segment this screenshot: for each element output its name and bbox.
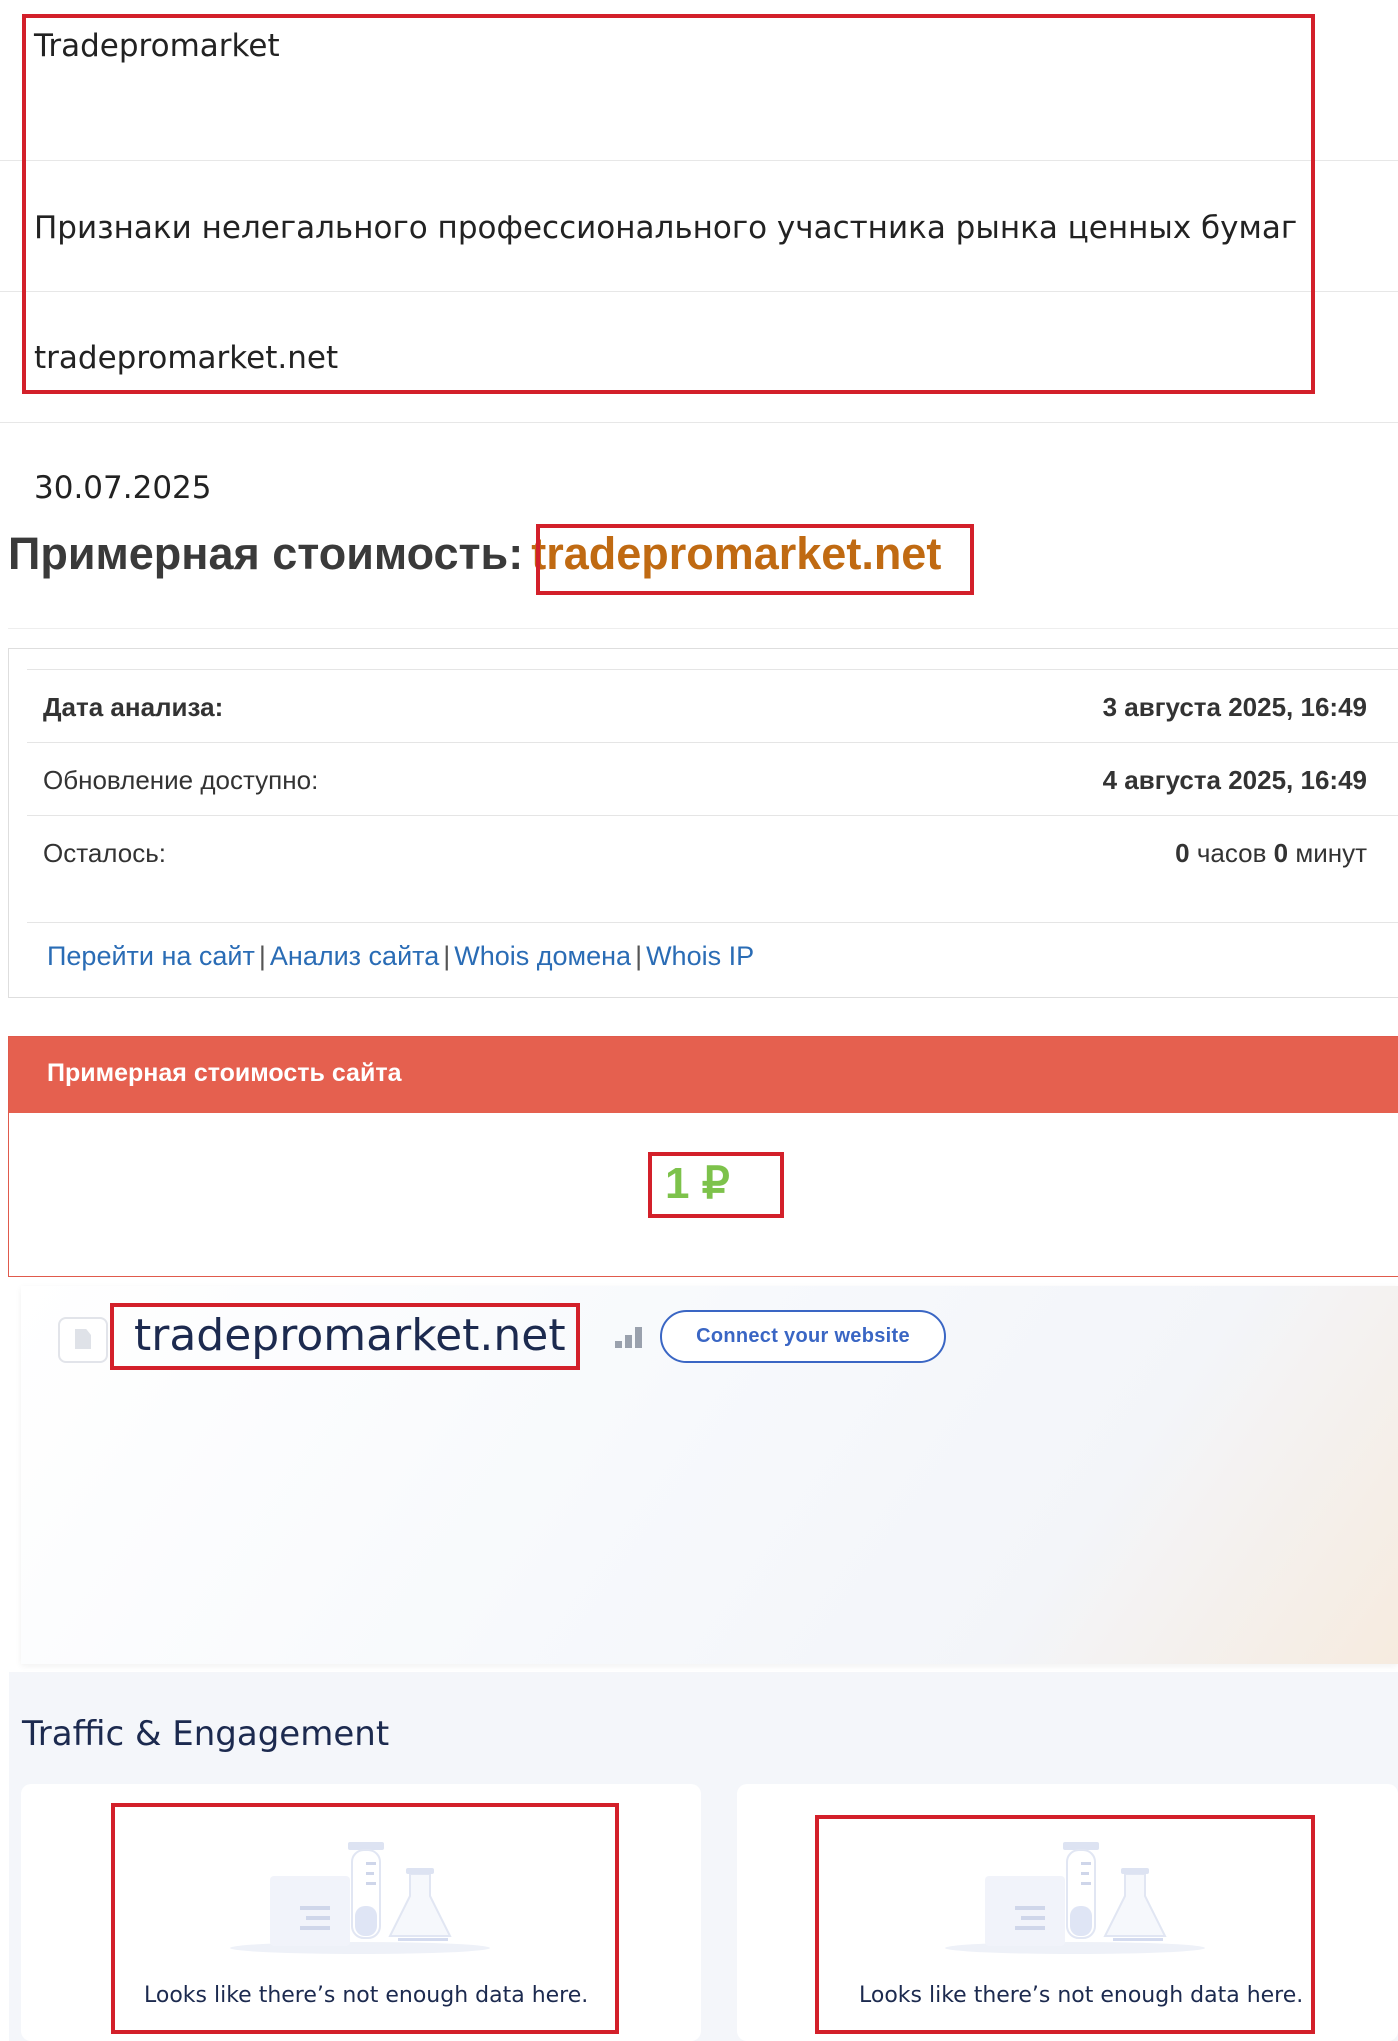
analysis-row-date: Дата анализа: 3 августа 2025, 16:49 <box>27 669 1398 742</box>
links-divider <box>27 922 1398 923</box>
highlight-box-title-domain <box>536 524 974 595</box>
link-separator: | <box>443 941 451 971</box>
remaining-hours-unit: часов <box>1196 838 1267 868</box>
analysis-row-remaining: Осталось: 0 часов 0 минут <box>27 815 1398 888</box>
remaining-hours: 0 <box>1175 838 1190 868</box>
highlight-box-top-info <box>22 14 1315 394</box>
highlight-box-empty-right <box>815 1815 1315 2034</box>
cost-title-label: Примерная стоимость: <box>8 528 524 579</box>
highlight-box-card-domain <box>110 1303 580 1370</box>
remaining-label: Осталось: <box>43 838 166 868</box>
favicon-placeholder-icon <box>58 1317 108 1363</box>
estimate-header-title: Примерная стоимость сайта <box>47 1059 402 1087</box>
analysis-panel: Дата анализа: 3 августа 2025, 16:49 Обно… <box>8 648 1398 998</box>
update-available-value: 4 августа 2025, 16:49 <box>1102 765 1367 795</box>
highlight-box-empty-left <box>111 1803 619 2034</box>
divider <box>8 628 1398 629</box>
remaining-minutes-unit: минут <box>1295 838 1367 868</box>
analysis-row-update: Обновление доступно: 4 августа 2025, 16:… <box>27 742 1398 815</box>
rank-bars-icon <box>615 1326 643 1348</box>
connect-website-button[interactable]: Connect your website <box>660 1310 946 1363</box>
link-separator: | <box>635 941 643 971</box>
traffic-title: Traffic & Engagement <box>22 1714 390 1754</box>
analysis-date-value: 3 августа 2025, 16:49 <box>1102 692 1367 722</box>
go-to-site-link[interactable]: Перейти на сайт <box>47 941 255 971</box>
site-analysis-link[interactable]: Анализ сайта <box>270 941 439 971</box>
listing-date: 30.07.2025 <box>34 470 212 506</box>
update-available-label: Обновление доступно: <box>43 765 319 795</box>
highlight-box-estimate-value <box>648 1152 784 1218</box>
whois-domain-link[interactable]: Whois домена <box>454 941 631 971</box>
estimate-header: Примерная стоимость сайта <box>9 1037 1398 1113</box>
remaining-minutes: 0 <box>1273 838 1289 868</box>
analysis-date-label: Дата анализа: <box>43 692 224 722</box>
whois-ip-link[interactable]: Whois IP <box>646 941 754 971</box>
remaining-value: 0 часов 0 минут <box>1175 838 1367 869</box>
analysis-links: Перейти на сайт | Анализ сайта | Whois домен… <box>47 941 754 972</box>
link-separator: | <box>258 941 266 971</box>
